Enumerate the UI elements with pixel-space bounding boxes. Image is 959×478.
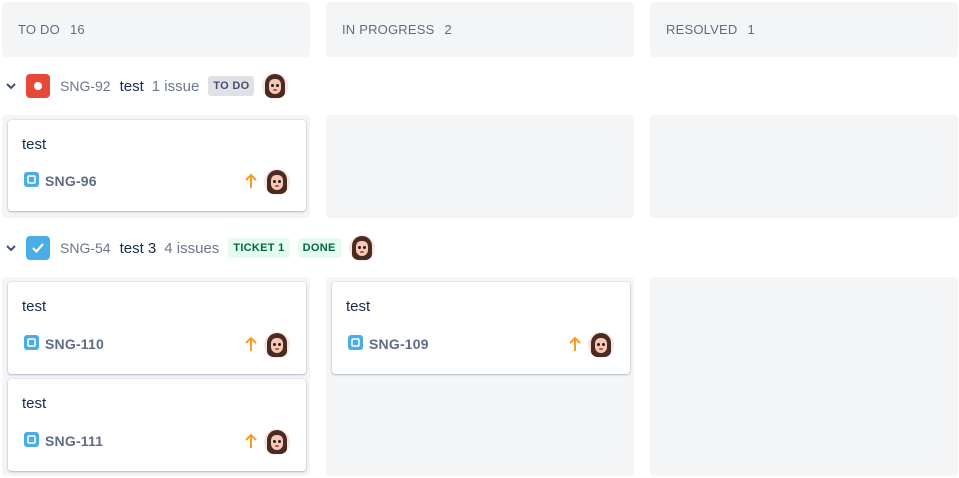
issue-card[interactable]: test SNG-96 [8, 120, 306, 211]
column-count: 16 [69, 22, 85, 37]
swimlane-cell-in-progress [326, 115, 634, 218]
priority-high-icon [245, 336, 257, 352]
story-icon [348, 335, 363, 350]
chevron-down-icon[interactable] [4, 79, 18, 93]
priority-high-icon [245, 173, 257, 189]
column-title: IN PROGRESS [342, 22, 435, 37]
avatar[interactable] [262, 73, 289, 99]
priority-high-icon [569, 336, 581, 352]
issue-card[interactable]: test SNG-109 [332, 282, 630, 374]
avatar[interactable] [264, 332, 290, 358]
bug-icon [26, 74, 50, 98]
card-title: test [22, 395, 47, 412]
task-checkbox-icon [26, 236, 50, 260]
chevron-down-icon[interactable] [4, 241, 18, 255]
column-title: RESOLVED [666, 22, 738, 37]
column-header-todo[interactable]: TO DO 16 [2, 2, 310, 57]
swimlane-cell-resolved [650, 277, 958, 476]
card-key[interactable]: SNG-111 [45, 433, 103, 449]
avatar[interactable] [588, 332, 614, 358]
column-title: TO DO [18, 22, 60, 37]
swimlane-cell-resolved [650, 115, 958, 218]
swimlane-issue-count: 1 issue [151, 77, 200, 95]
priority-high-icon [245, 433, 257, 449]
avatar[interactable] [348, 235, 375, 261]
swimlane-header-sng-54[interactable]: SNG-54 test 3 4 issues TICKET 1 DONE [0, 231, 959, 265]
card-key[interactable]: SNG-110 [45, 336, 104, 352]
avatar[interactable] [264, 169, 290, 195]
swimlane-summary: test 3 [119, 239, 157, 257]
label-lozenge: TICKET 1 [228, 238, 290, 258]
issue-card[interactable]: test SNG-110 [8, 282, 306, 374]
column-count: 2 [444, 22, 452, 37]
column-header-resolved[interactable]: RESOLVED 1 [650, 2, 958, 57]
status-lozenge: DONE [297, 238, 341, 258]
card-title: test [22, 136, 47, 153]
status-lozenge: TO DO [208, 76, 255, 96]
swimlane-key[interactable]: SNG-54 [60, 240, 111, 256]
column-header-in-progress[interactable]: IN PROGRESS 2 [326, 2, 634, 57]
story-icon [24, 432, 39, 447]
column-count: 1 [747, 22, 755, 37]
card-title: test [22, 298, 47, 315]
swimlane-issue-count: 4 issues [164, 239, 220, 257]
avatar[interactable] [264, 429, 290, 455]
story-icon [24, 335, 39, 350]
swimlane-key[interactable]: SNG-92 [60, 78, 111, 94]
issue-card[interactable]: test SNG-111 [8, 379, 306, 471]
card-title: test [346, 298, 371, 315]
swimlane-summary: test [119, 77, 144, 95]
swimlane-header-sng-92[interactable]: SNG-92 test 1 issue TO DO [0, 69, 959, 103]
card-key[interactable]: SNG-109 [369, 336, 429, 352]
story-icon [24, 172, 39, 187]
card-key[interactable]: SNG-96 [45, 173, 97, 189]
